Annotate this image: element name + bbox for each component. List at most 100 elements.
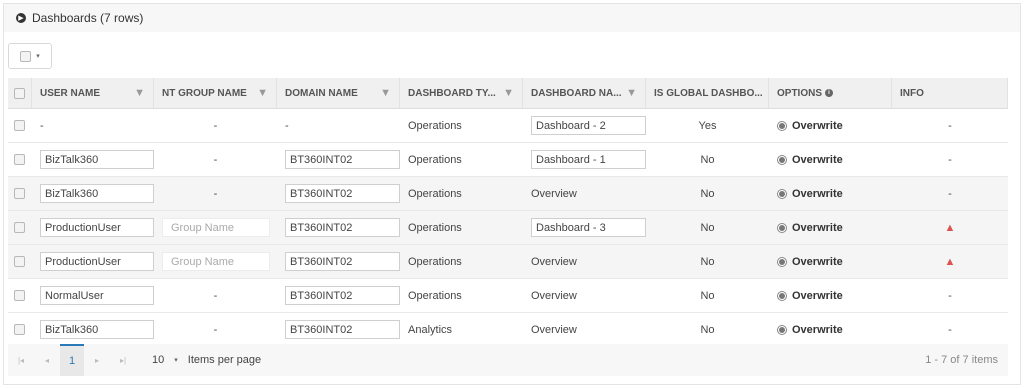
row-checkbox[interactable] [14,256,25,267]
user-name-cell[interactable]: BizTalk360 [32,143,154,176]
column-header-domain[interactable]: DOMAIN NAME ▼ [277,78,400,108]
domain-cell[interactable]: BT360INT02 [277,211,400,244]
row-checkbox-cell[interactable] [8,245,32,278]
user-name-field[interactable]: BizTalk360 [40,320,154,339]
user-name-cell[interactable]: NormalUser [32,279,154,312]
filter-icon[interactable]: ▼ [626,87,637,99]
prev-page-icon[interactable]: ◂ [34,356,60,365]
warning-icon[interactable]: ▲ [945,222,956,234]
select-all-checkbox[interactable] [20,50,32,62]
domain-cell[interactable]: BT360INT02 [277,279,400,312]
overwrite-label[interactable]: Overwrite [792,324,843,336]
column-header-nt-group[interactable]: NT GROUP NAME ▼ [154,78,277,108]
panel-header[interactable]: ▶ Dashboards (7 rows) [4,4,1020,32]
user-name-cell[interactable]: BizTalk360 [32,313,154,346]
table-row[interactable]: BizTalk360 - BT360INT02 Analytics Overview No… [8,313,1008,347]
chevron-right-circle-icon[interactable]: ▶ [16,13,26,23]
options-cell[interactable]: Overwrite [769,211,892,244]
page-button-current[interactable]: 1 [60,344,84,376]
dashboard-name-field[interactable]: Dashboard - 2 [531,116,646,135]
overwrite-label[interactable]: Overwrite [792,188,843,200]
bulk-select-dropdown[interactable]: ▾ [8,43,52,69]
domain-name-field[interactable]: BT360INT02 [285,320,400,339]
domain-name-field[interactable]: BT360INT02 [285,218,400,237]
row-checkbox[interactable] [14,120,25,131]
nt-group-field[interactable]: Group Name [162,218,270,237]
domain-cell[interactable]: BT360INT02 [277,245,400,278]
nt-group-field[interactable]: Group Name [162,252,270,271]
column-header-user-name[interactable]: USER NAME ▼ [32,78,154,108]
header-checkbox-cell[interactable] [8,78,32,108]
options-cell[interactable]: Overwrite [769,279,892,312]
row-checkbox-cell[interactable] [8,177,32,210]
overwrite-radio[interactable] [777,222,787,233]
dashboard-name-cell[interactable]: Dashboard - 2 [523,109,646,142]
options-cell[interactable]: Overwrite [769,177,892,210]
row-checkbox-cell[interactable] [8,109,32,142]
dashboard-name-field[interactable]: Dashboard - 1 [531,150,646,169]
row-checkbox[interactable] [14,290,25,301]
first-page-icon[interactable]: |◂ [8,356,34,365]
table-row[interactable]: - - - Operations Dashboard - 2 Yes Overwrite - [8,109,1008,143]
overwrite-radio[interactable] [777,154,787,165]
domain-name-field[interactable]: BT360INT02 [285,252,400,271]
page-size-select[interactable]: 10 [152,354,164,366]
header-checkbox[interactable] [14,87,25,99]
row-checkbox-cell[interactable] [8,143,32,176]
column-header-info[interactable]: INFO [892,78,1008,108]
domain-cell[interactable]: BT360INT02 [277,177,400,210]
overwrite-label[interactable]: Overwrite [792,222,843,234]
next-page-icon[interactable]: ▸ [84,356,110,365]
user-name-field[interactable]: BizTalk360 [40,184,154,203]
row-checkbox-cell[interactable] [8,313,32,346]
filter-icon[interactable]: ▼ [380,87,391,99]
table-row[interactable]: BizTalk360 - BT360INT02 Operations Overview N… [8,177,1008,211]
last-page-icon[interactable]: ▸| [110,356,136,365]
nt-group-cell[interactable]: Group Name [154,211,277,244]
overwrite-label[interactable]: Overwrite [792,256,843,268]
dashboard-name-cell[interactable]: Dashboard - 1 [523,143,646,176]
user-name-field[interactable]: ProductionUser [40,218,154,237]
nt-group-cell[interactable]: Group Name [154,245,277,278]
filter-icon[interactable]: ▼ [257,87,268,99]
warning-icon[interactable]: ▲ [945,256,956,268]
user-name-field[interactable]: NormalUser [40,286,154,305]
user-name-cell[interactable]: ProductionUser [32,245,154,278]
domain-cell[interactable]: BT360INT02 [277,143,400,176]
options-cell[interactable]: Overwrite [769,313,892,346]
row-checkbox[interactable] [14,324,25,335]
overwrite-radio[interactable] [777,290,787,301]
filter-icon[interactable]: ▼ [503,87,514,99]
row-checkbox[interactable] [14,154,25,165]
info-cell[interactable]: ▲ [892,211,1008,244]
user-name-field[interactable]: ProductionUser [40,252,154,271]
row-checkbox-cell[interactable] [8,279,32,312]
column-header-dashboard-name[interactable]: DASHBOARD NA... ▼ [523,78,646,108]
domain-name-field[interactable]: BT360INT02 [285,286,400,305]
dashboard-name-field[interactable]: Dashboard - 3 [531,218,646,237]
info-circle-icon[interactable]: i [825,89,834,97]
row-checkbox-cell[interactable] [8,211,32,244]
column-header-is-global[interactable]: IS GLOBAL DASHBO... [646,78,769,108]
user-name-cell[interactable]: BizTalk360 [32,177,154,210]
column-header-options[interactable]: OPTIONS i [769,78,892,108]
dashboard-name-cell[interactable]: Dashboard - 3 [523,211,646,244]
row-checkbox[interactable] [14,188,25,199]
domain-name-field[interactable]: BT360INT02 [285,184,400,203]
caret-down-icon[interactable]: ▾ [36,52,40,60]
overwrite-label[interactable]: Overwrite [792,120,843,132]
row-checkbox[interactable] [14,222,25,233]
caret-down-icon[interactable]: ▾ [174,356,178,364]
options-cell[interactable]: Overwrite [769,109,892,142]
column-header-dashboard-type[interactable]: DASHBOARD TY... ▼ [400,78,523,108]
overwrite-radio[interactable] [777,256,787,267]
table-row[interactable]: BizTalk360 - BT360INT02 Operations Dashboard… [8,143,1008,177]
table-row[interactable]: ProductionUser Group Name BT360INT02 Operat… [8,211,1008,245]
table-row[interactable]: ProductionUser Group Name BT360INT02 Operat… [8,245,1008,279]
overwrite-radio[interactable] [777,120,787,131]
filter-icon[interactable]: ▼ [134,87,145,99]
overwrite-radio[interactable] [777,324,787,335]
user-name-cell[interactable]: ProductionUser [32,211,154,244]
table-row[interactable]: NormalUser - BT360INT02 Operations Overview N… [8,279,1008,313]
options-cell[interactable]: Overwrite [769,245,892,278]
